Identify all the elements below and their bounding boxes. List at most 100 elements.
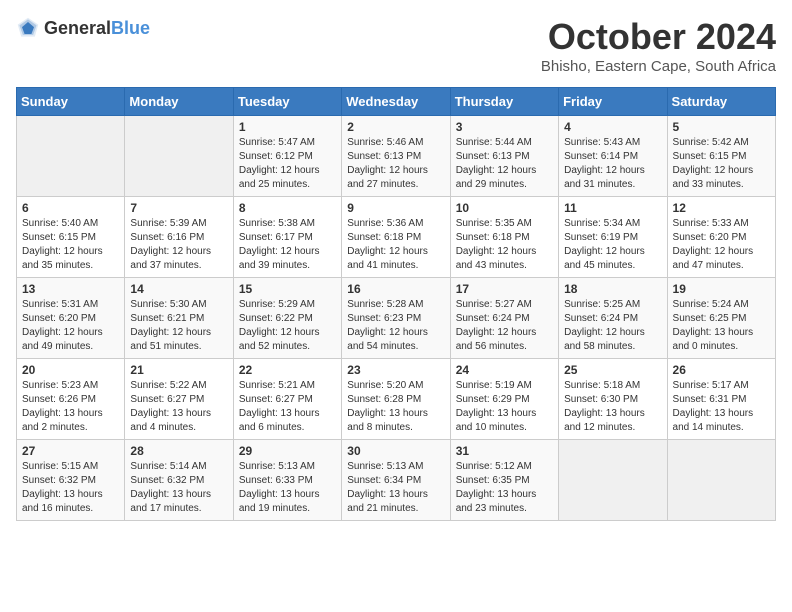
weekday-header: Saturday <box>667 88 775 116</box>
weekday-header: Friday <box>559 88 667 116</box>
day-info: Sunrise: 5:18 AMSunset: 6:30 PMDaylight:… <box>564 379 661 435</box>
calendar-cell: 5 Sunrise: 5:42 AMSunset: 6:15 PMDaylight… <box>667 116 775 197</box>
calendar-cell: 9 Sunrise: 5:36 AMSunset: 6:18 PMDaylight… <box>342 197 450 278</box>
calendar-cell: 17 Sunrise: 5:27 AMSunset: 6:24 PMDayligh… <box>450 278 558 359</box>
day-number: 20 <box>22 363 119 377</box>
calendar-cell: 4 Sunrise: 5:43 AMSunset: 6:14 PMDaylight… <box>559 116 667 197</box>
calendar-cell: 14 Sunrise: 5:30 AMSunset: 6:21 PMDayligh… <box>125 278 233 359</box>
day-number: 3 <box>456 120 553 134</box>
calendar-header-row: SundayMondayTuesdayWednesdayThursdayFrid… <box>17 88 776 116</box>
day-info: Sunrise: 5:13 AMSunset: 6:34 PMDaylight:… <box>347 460 444 516</box>
day-number: 6 <box>22 201 119 215</box>
weekday-header: Wednesday <box>342 88 450 116</box>
calendar-cell <box>559 440 667 521</box>
day-number: 19 <box>673 282 770 296</box>
calendar-cell <box>17 116 125 197</box>
calendar-cell: 23 Sunrise: 5:20 AMSunset: 6:28 PMDayligh… <box>342 359 450 440</box>
day-number: 23 <box>347 363 444 377</box>
calendar-week-row: 27 Sunrise: 5:15 AMSunset: 6:32 PMDayligh… <box>17 440 776 521</box>
calendar-cell: 7 Sunrise: 5:39 AMSunset: 6:16 PMDaylight… <box>125 197 233 278</box>
weekday-header: Tuesday <box>233 88 341 116</box>
day-number: 9 <box>347 201 444 215</box>
calendar-cell: 6 Sunrise: 5:40 AMSunset: 6:15 PMDaylight… <box>17 197 125 278</box>
calendar-cell: 24 Sunrise: 5:19 AMSunset: 6:29 PMDayligh… <box>450 359 558 440</box>
calendar-cell: 1 Sunrise: 5:47 AMSunset: 6:12 PMDaylight… <box>233 116 341 197</box>
day-number: 27 <box>22 444 119 458</box>
day-number: 25 <box>564 363 661 377</box>
day-info: Sunrise: 5:39 AMSunset: 6:16 PMDaylight:… <box>130 217 227 273</box>
day-info: Sunrise: 5:47 AMSunset: 6:12 PMDaylight:… <box>239 136 336 192</box>
day-number: 31 <box>456 444 553 458</box>
day-info: Sunrise: 5:23 AMSunset: 6:26 PMDaylight:… <box>22 379 119 435</box>
calendar-cell: 8 Sunrise: 5:38 AMSunset: 6:17 PMDaylight… <box>233 197 341 278</box>
day-number: 4 <box>564 120 661 134</box>
day-info: Sunrise: 5:42 AMSunset: 6:15 PMDaylight:… <box>673 136 770 192</box>
calendar-cell: 26 Sunrise: 5:17 AMSunset: 6:31 PMDayligh… <box>667 359 775 440</box>
day-info: Sunrise: 5:40 AMSunset: 6:15 PMDaylight:… <box>22 217 119 273</box>
calendar-cell: 16 Sunrise: 5:28 AMSunset: 6:23 PMDayligh… <box>342 278 450 359</box>
calendar-cell: 29Sunrise: 5:13 AMSunset: 6:33 PMDayligh… <box>233 440 341 521</box>
day-number: 10 <box>456 201 553 215</box>
day-info: Sunrise: 5:36 AMSunset: 6:18 PMDaylight:… <box>347 217 444 273</box>
calendar-body: 1 Sunrise: 5:47 AMSunset: 6:12 PMDaylight… <box>17 116 776 521</box>
day-number: 26 <box>673 363 770 377</box>
calendar-cell: 15Sunrise: 5:29 AMSunset: 6:22 PMDayligh… <box>233 278 341 359</box>
day-number: 7 <box>130 201 227 215</box>
calendar-cell: 30 Sunrise: 5:13 AMSunset: 6:34 PMDayligh… <box>342 440 450 521</box>
day-number: 24 <box>456 363 553 377</box>
day-info: Sunrise: 5:43 AMSunset: 6:14 PMDaylight:… <box>564 136 661 192</box>
day-info: Sunrise: 5:30 AMSunset: 6:21 PMDaylight:… <box>130 298 227 354</box>
day-info: Sunrise: 5:28 AMSunset: 6:23 PMDaylight:… <box>347 298 444 354</box>
day-info: Sunrise: 5:35 AMSunset: 6:18 PMDaylight:… <box>456 217 553 273</box>
day-info: Sunrise: 5:15 AMSunset: 6:32 PMDaylight:… <box>22 460 119 516</box>
logo-general-text: GeneralBlue <box>44 18 150 39</box>
day-info: Sunrise: 5:34 AMSunset: 6:19 PMDaylight:… <box>564 217 661 273</box>
title-area: October 2024 Bhisho, Eastern Cape, South… <box>541 16 776 75</box>
day-info: Sunrise: 5:44 AMSunset: 6:13 PMDaylight:… <box>456 136 553 192</box>
day-number: 22 <box>239 363 336 377</box>
weekday-header: Thursday <box>450 88 558 116</box>
calendar-week-row: 13 Sunrise: 5:31 AMSunset: 6:20 PMDayligh… <box>17 278 776 359</box>
day-info: Sunrise: 5:27 AMSunset: 6:24 PMDaylight:… <box>456 298 553 354</box>
day-number: 5 <box>673 120 770 134</box>
day-info: Sunrise: 5:21 AMSunset: 6:27 PMDaylight:… <box>239 379 336 435</box>
day-info: Sunrise: 5:17 AMSunset: 6:31 PMDaylight:… <box>673 379 770 435</box>
logo: GeneralBlue <box>16 16 150 40</box>
day-number: 8 <box>239 201 336 215</box>
calendar-cell <box>125 116 233 197</box>
day-info: Sunrise: 5:25 AMSunset: 6:24 PMDaylight:… <box>564 298 661 354</box>
day-number: 11 <box>564 201 661 215</box>
day-number: 16 <box>347 282 444 296</box>
weekday-header: Monday <box>125 88 233 116</box>
calendar-cell: 19Sunrise: 5:24 AMSunset: 6:25 PMDayligh… <box>667 278 775 359</box>
day-info: Sunrise: 5:38 AMSunset: 6:17 PMDaylight:… <box>239 217 336 273</box>
calendar-cell: 13 Sunrise: 5:31 AMSunset: 6:20 PMDayligh… <box>17 278 125 359</box>
day-info: Sunrise: 5:46 AMSunset: 6:13 PMDaylight:… <box>347 136 444 192</box>
day-number: 2 <box>347 120 444 134</box>
day-info: Sunrise: 5:12 AMSunset: 6:35 PMDaylight:… <box>456 460 553 516</box>
day-number: 14 <box>130 282 227 296</box>
day-number: 13 <box>22 282 119 296</box>
calendar-cell: 25 Sunrise: 5:18 AMSunset: 6:30 PMDayligh… <box>559 359 667 440</box>
day-info: Sunrise: 5:31 AMSunset: 6:20 PMDaylight:… <box>22 298 119 354</box>
logo-icon <box>16 16 40 40</box>
day-info: Sunrise: 5:14 AMSunset: 6:32 PMDaylight:… <box>130 460 227 516</box>
day-number: 1 <box>239 120 336 134</box>
calendar-cell: 2 Sunrise: 5:46 AMSunset: 6:13 PMDaylight… <box>342 116 450 197</box>
day-info: Sunrise: 5:29 AMSunset: 6:22 PMDaylight:… <box>239 298 336 354</box>
day-number: 21 <box>130 363 227 377</box>
day-info: Sunrise: 5:20 AMSunset: 6:28 PMDaylight:… <box>347 379 444 435</box>
calendar-table: SundayMondayTuesdayWednesdayThursdayFrid… <box>16 87 776 521</box>
calendar-week-row: 6 Sunrise: 5:40 AMSunset: 6:15 PMDaylight… <box>17 197 776 278</box>
day-number: 17 <box>456 282 553 296</box>
calendar-cell: 12Sunrise: 5:33 AMSunset: 6:20 PMDayligh… <box>667 197 775 278</box>
calendar-cell: 11 Sunrise: 5:34 AMSunset: 6:19 PMDayligh… <box>559 197 667 278</box>
day-number: 28 <box>130 444 227 458</box>
day-info: Sunrise: 5:19 AMSunset: 6:29 PMDaylight:… <box>456 379 553 435</box>
day-number: 30 <box>347 444 444 458</box>
month-title: October 2024 <box>541 16 776 58</box>
calendar-cell: 28 Sunrise: 5:14 AMSunset: 6:32 PMDayligh… <box>125 440 233 521</box>
weekday-header: Sunday <box>17 88 125 116</box>
calendar-week-row: 20 Sunrise: 5:23 AMSunset: 6:26 PMDayligh… <box>17 359 776 440</box>
day-info: Sunrise: 5:22 AMSunset: 6:27 PMDaylight:… <box>130 379 227 435</box>
